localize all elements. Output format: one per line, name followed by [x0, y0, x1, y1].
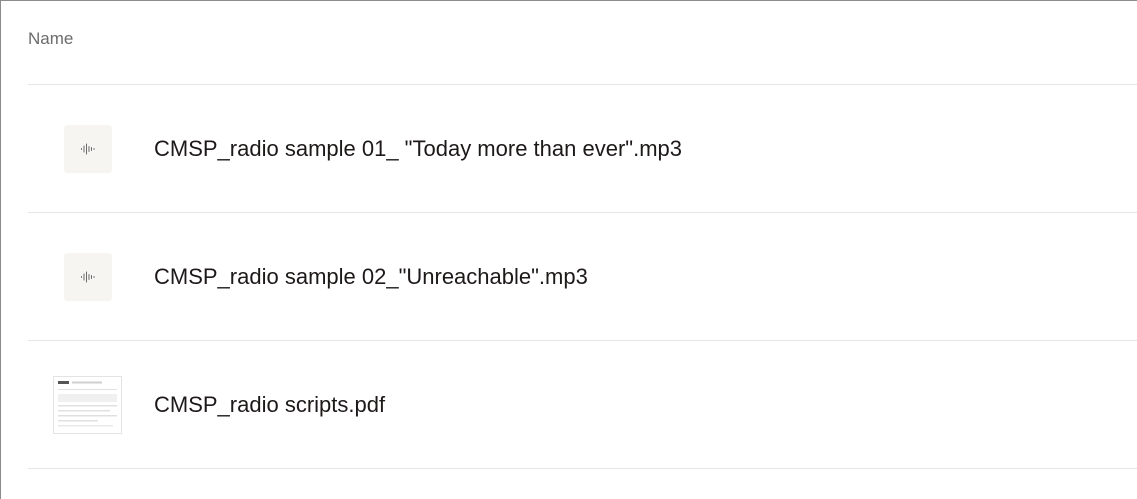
pdf-thumbnail-icon	[54, 376, 121, 433]
file-list: Name CMSP_radio sample 01_ "Today more t…	[28, 1, 1137, 469]
file-browser-frame: Name CMSP_radio sample 01_ "Today more t…	[0, 0, 1137, 499]
file-row[interactable]: CMSP_radio scripts.pdf	[28, 341, 1137, 469]
name-column-header[interactable]: Name	[28, 29, 73, 49]
file-thumbnail	[54, 376, 121, 433]
file-row[interactable]: CMSP_radio sample 01_ "Today more than e…	[28, 85, 1137, 213]
audio-waveform-icon	[63, 124, 112, 173]
file-name[interactable]: CMSP_radio sample 02_"Unreachable".mp3	[154, 264, 588, 290]
file-name[interactable]: CMSP_radio scripts.pdf	[154, 392, 385, 418]
file-row[interactable]: CMSP_radio sample 02_"Unreachable".mp3	[28, 213, 1137, 341]
list-header: Name	[28, 1, 1137, 85]
file-thumbnail	[54, 124, 121, 173]
file-thumbnail	[54, 252, 121, 301]
file-name[interactable]: CMSP_radio sample 01_ "Today more than e…	[154, 136, 682, 162]
audio-waveform-icon	[63, 252, 112, 301]
